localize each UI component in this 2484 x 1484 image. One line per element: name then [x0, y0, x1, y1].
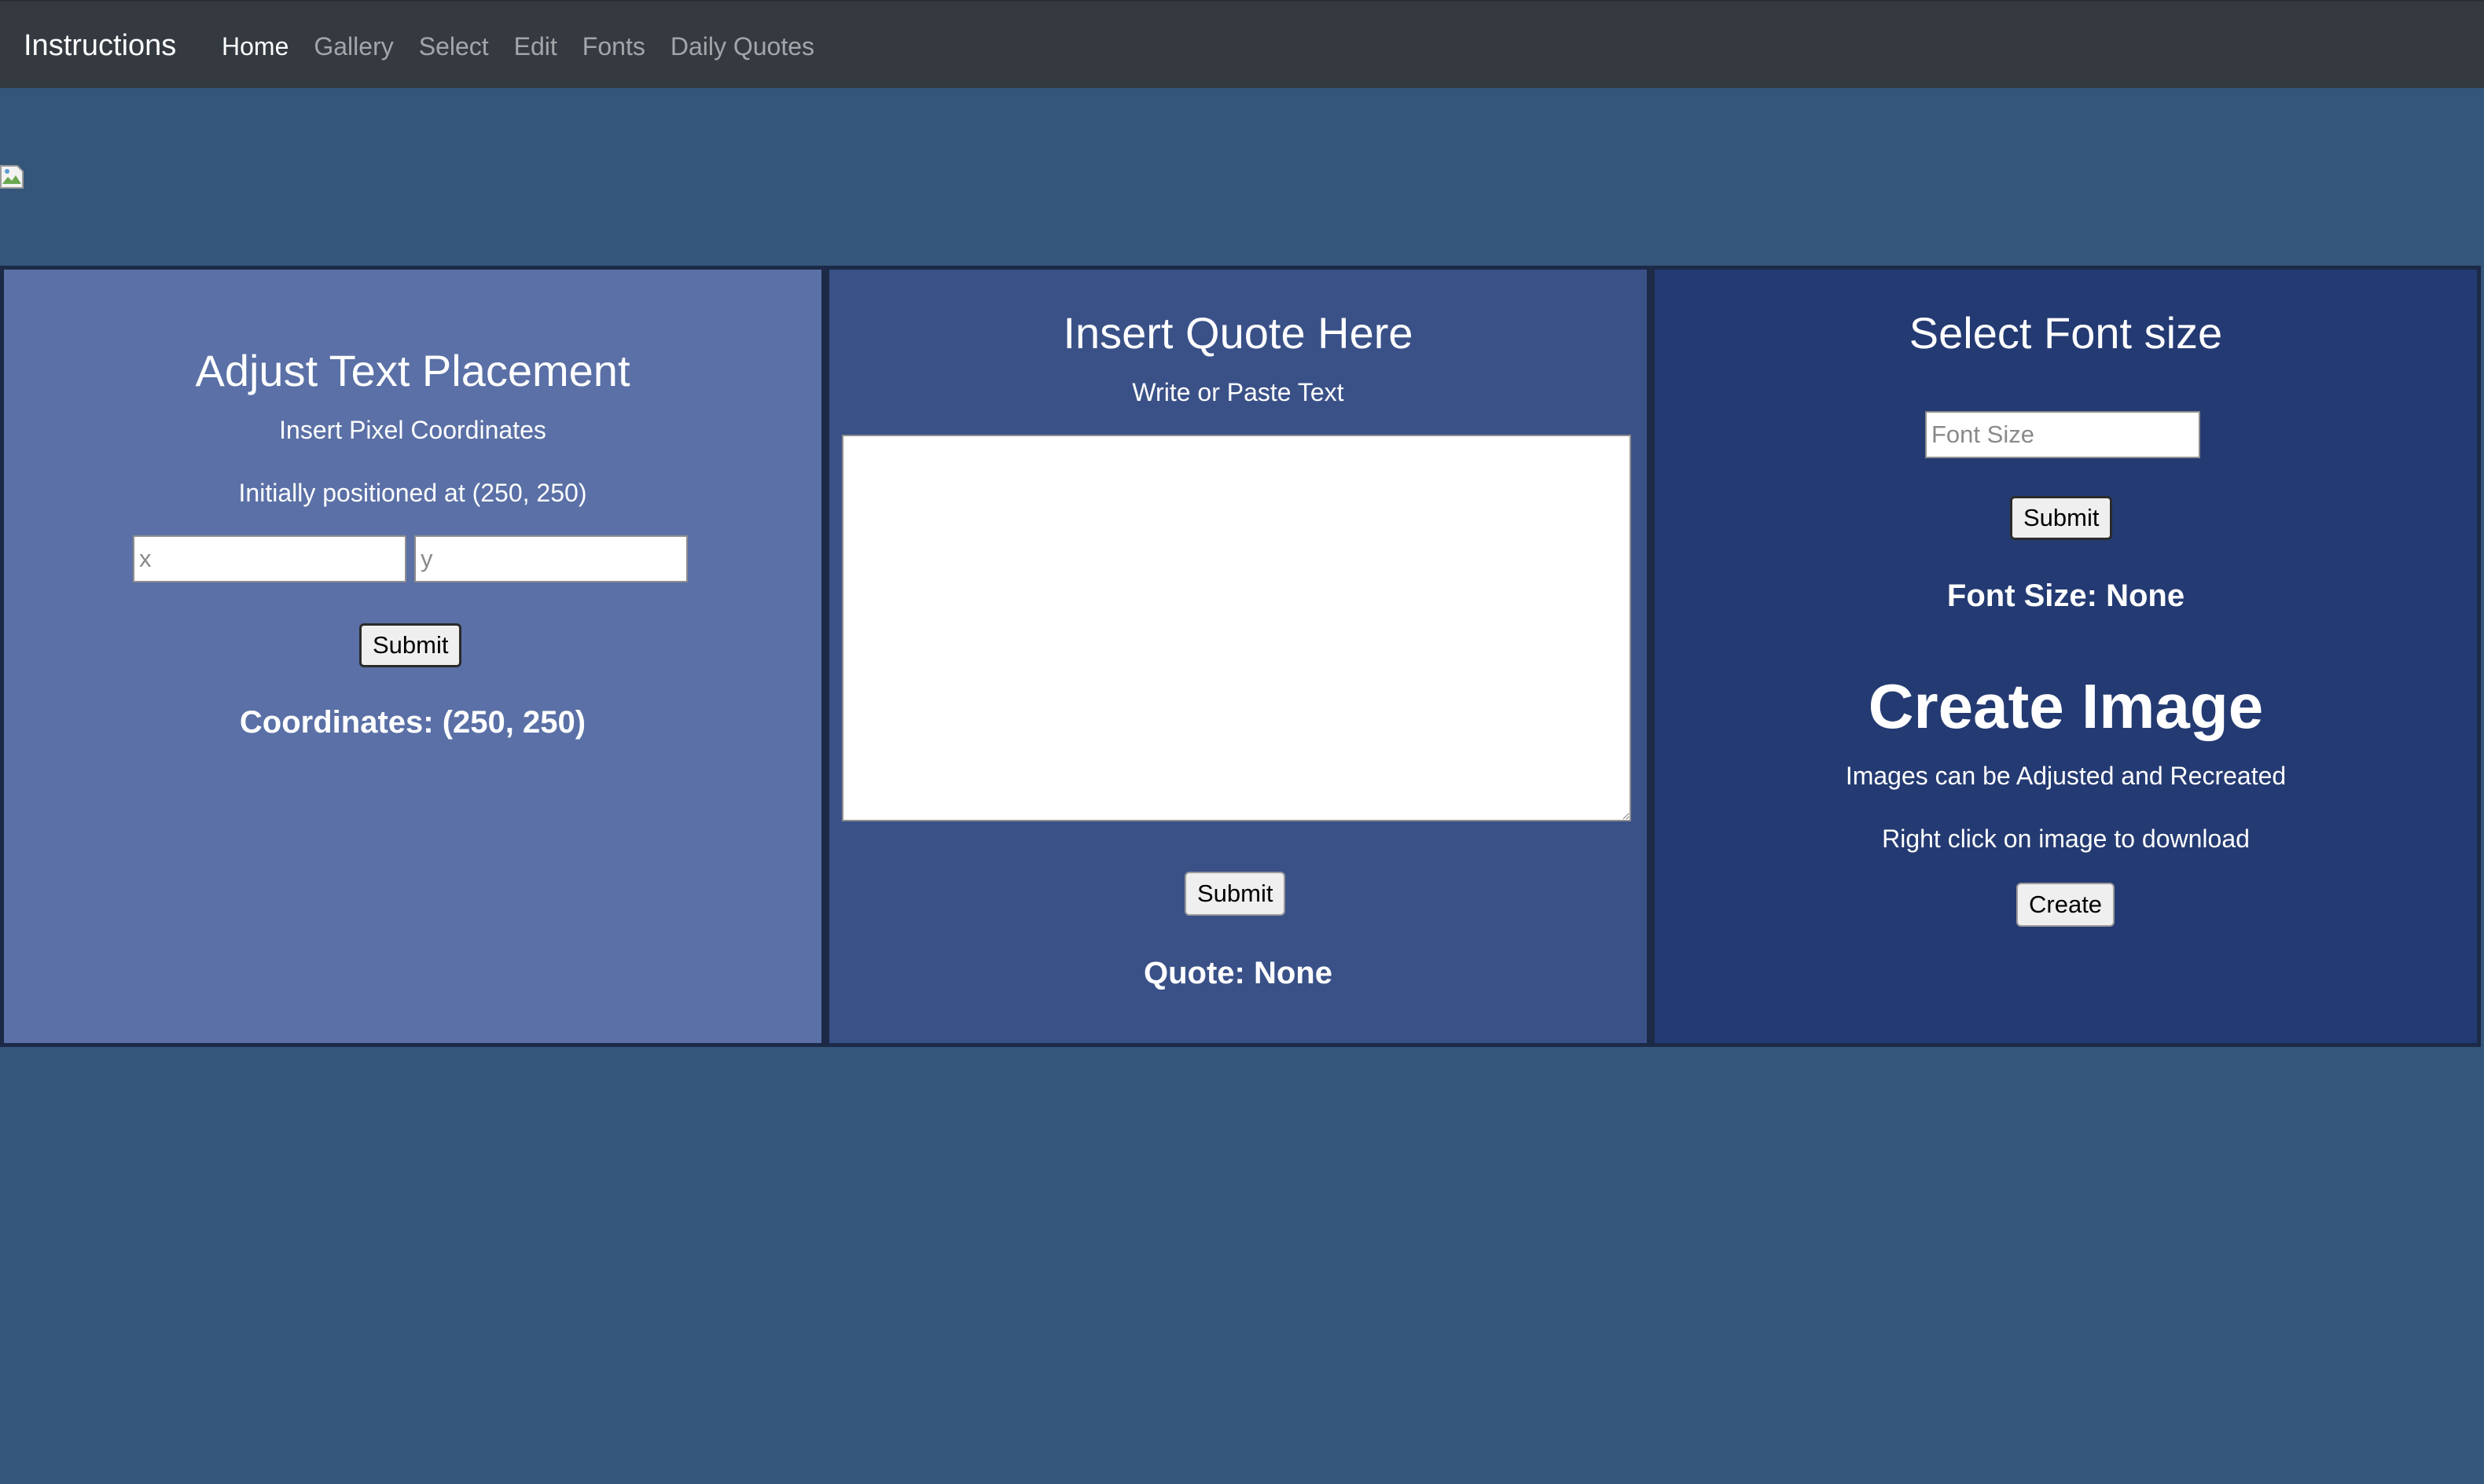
create-note-adjust: Images can be Adjusted and Recreated: [1845, 762, 2287, 790]
placement-panel: Adjust Text Placement Insert Pixel Coord…: [0, 266, 825, 1047]
y-coordinate-input[interactable]: [414, 535, 688, 582]
quote-result: Quote: None: [1144, 956, 1332, 990]
navbar-brand[interactable]: Instructions: [24, 25, 176, 66]
font-size-result: Font Size: None: [1946, 579, 2185, 613]
coordinates-result: Coordinates: (250, 250): [239, 705, 586, 740]
placement-title: Adjust Text Placement: [195, 346, 630, 395]
nav-link-select[interactable]: Select: [419, 28, 489, 64]
quote-panel: Insert Quote Here Write or Paste Text Su…: [825, 266, 1651, 1047]
x-coordinate-input[interactable]: [133, 535, 406, 582]
quote-subtitle: Write or Paste Text: [1132, 378, 1344, 406]
nav-link-edit[interactable]: Edit: [514, 28, 557, 64]
font-size-input[interactable]: [1925, 411, 2200, 458]
nav-link-daily-quotes[interactable]: Daily Quotes: [671, 28, 814, 64]
create-button[interactable]: Create: [2016, 883, 2115, 927]
nav-link-fonts[interactable]: Fonts: [582, 28, 645, 64]
placement-subtitle: Insert Pixel Coordinates: [279, 416, 546, 444]
navbar: Instructions Home Gallery Select Edit Fo…: [0, 0, 2484, 88]
font-panel: Select Font size Submit Font Size: None …: [1651, 266, 2481, 1047]
nav-links: Home Gallery Select Edit Fonts Daily Quo…: [222, 28, 840, 64]
broken-image-icon: [0, 165, 24, 189]
nav-link-home[interactable]: Home: [222, 28, 288, 64]
quote-title: Insert Quote Here: [1063, 308, 1413, 358]
placement-initial-note: Initially positioned at (250, 250): [238, 479, 587, 507]
nav-link-gallery[interactable]: Gallery: [314, 28, 393, 64]
placement-submit-button[interactable]: Submit: [359, 623, 462, 667]
quote-textarea[interactable]: [842, 435, 1631, 821]
font-title: Select Font size: [1909, 308, 2223, 358]
create-note-download: Right click on image to download: [1882, 825, 2250, 853]
panel-row: Adjust Text Placement Insert Pixel Coord…: [0, 266, 2481, 1047]
create-image-title: Create Image: [1868, 671, 2264, 741]
quote-submit-button[interactable]: Submit: [1185, 872, 1286, 916]
font-submit-button[interactable]: Submit: [2010, 496, 2113, 540]
